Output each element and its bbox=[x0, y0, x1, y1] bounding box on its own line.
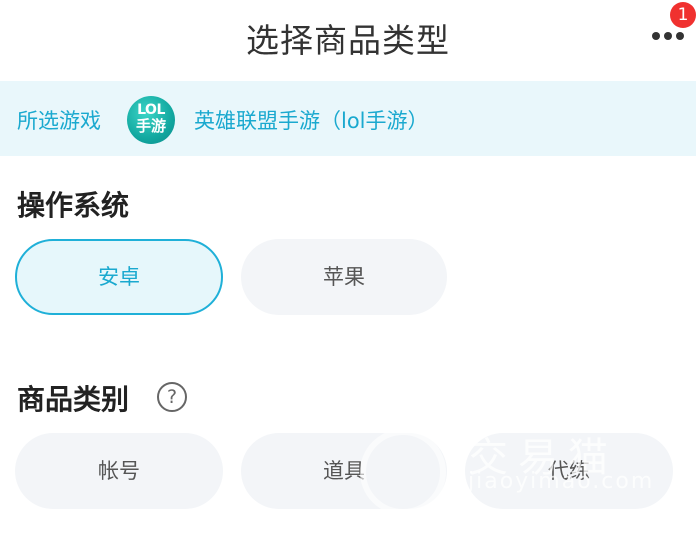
selected-game-bar[interactable]: 所选游戏 LOL 手游 英雄联盟手游（lol手游） bbox=[0, 81, 696, 156]
os-option-ios[interactable]: 苹果 bbox=[241, 239, 447, 315]
os-section-title: 操作系统 bbox=[17, 189, 130, 222]
more-dots-icon bbox=[664, 32, 672, 40]
more-dots-icon bbox=[676, 32, 684, 40]
game-logo-text-top: LOL bbox=[137, 102, 165, 118]
category-option-account[interactable]: 帐号 bbox=[15, 433, 223, 509]
game-logo: LOL 手游 bbox=[127, 96, 175, 144]
notification-badge: 1 bbox=[670, 2, 696, 28]
game-logo-text-bottom: 手游 bbox=[135, 117, 166, 135]
selected-game-label: 所选游戏 bbox=[17, 109, 101, 133]
selected-game-name: 英雄联盟手游（lol手游） bbox=[194, 109, 429, 133]
page-title: 选择商品类型 bbox=[246, 21, 450, 60]
question-circle-icon[interactable]: ? bbox=[157, 382, 187, 412]
category-option-items[interactable]: 道具 bbox=[241, 433, 447, 509]
category-option-boosting[interactable]: 代练 bbox=[465, 433, 673, 509]
more-dots-icon bbox=[652, 32, 660, 40]
category-section-title: 商品类别 bbox=[17, 383, 130, 416]
os-option-android[interactable]: 安卓 bbox=[15, 239, 223, 315]
top-bar: 选择商品类型 1 bbox=[0, 0, 696, 80]
